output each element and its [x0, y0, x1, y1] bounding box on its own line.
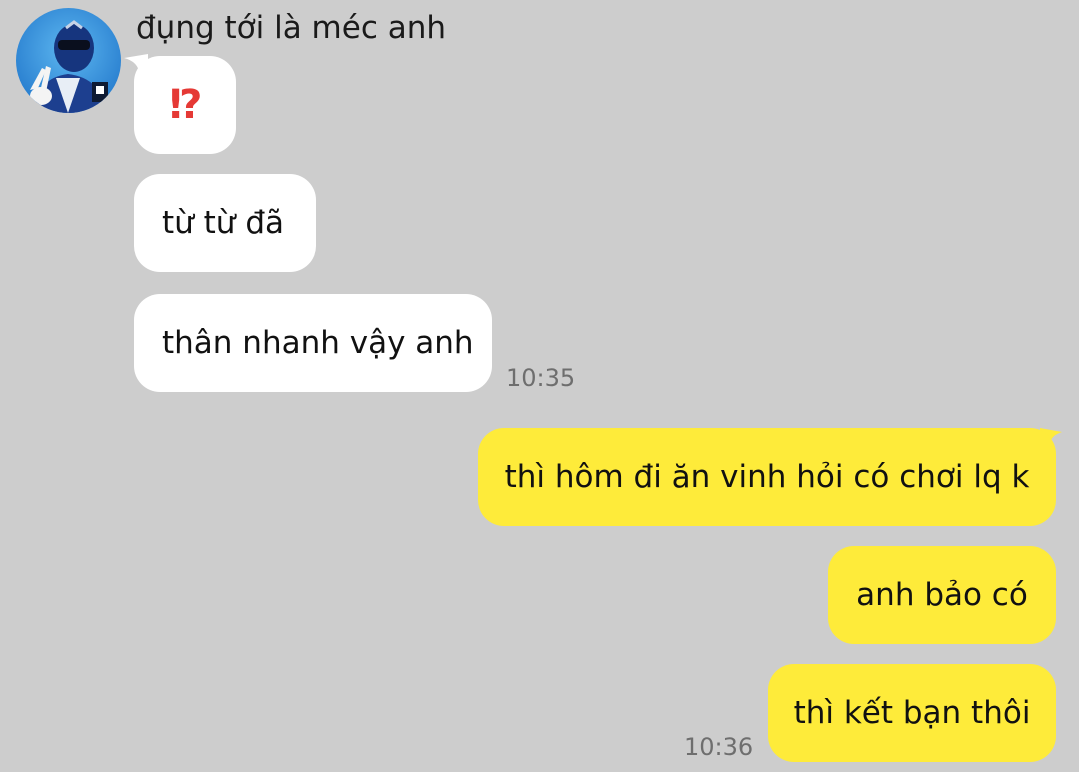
- incoming-message-bubble[interactable]: ⁉: [134, 56, 236, 154]
- message-text: thân nhanh vậy anh: [162, 325, 474, 361]
- incoming-message-bubble[interactable]: thân nhanh vậy anh: [134, 294, 492, 392]
- sender-name: đụng tới là méc anh: [136, 10, 447, 46]
- incoming-message-bubble[interactable]: từ từ đã: [134, 174, 316, 272]
- message-timestamp: 10:36: [684, 733, 754, 761]
- outgoing-message-bubble[interactable]: thì hôm đi ăn vinh hỏi có chơi lq k: [478, 428, 1056, 526]
- message-timestamp: 10:35: [506, 364, 576, 392]
- sender-avatar[interactable]: [16, 8, 121, 113]
- message-text: thì hôm đi ăn vinh hỏi có chơi lq k: [504, 459, 1030, 495]
- message-text: từ từ đã: [162, 205, 284, 241]
- outgoing-message-bubble[interactable]: thì kết bạn thôi: [768, 664, 1056, 762]
- outgoing-message-bubble[interactable]: anh bảo có: [828, 546, 1056, 644]
- message-text: thì kết bạn thôi: [793, 695, 1031, 731]
- exclamation-question-mark-icon: ⁉: [169, 82, 202, 128]
- message-text: anh bảo có: [856, 577, 1028, 613]
